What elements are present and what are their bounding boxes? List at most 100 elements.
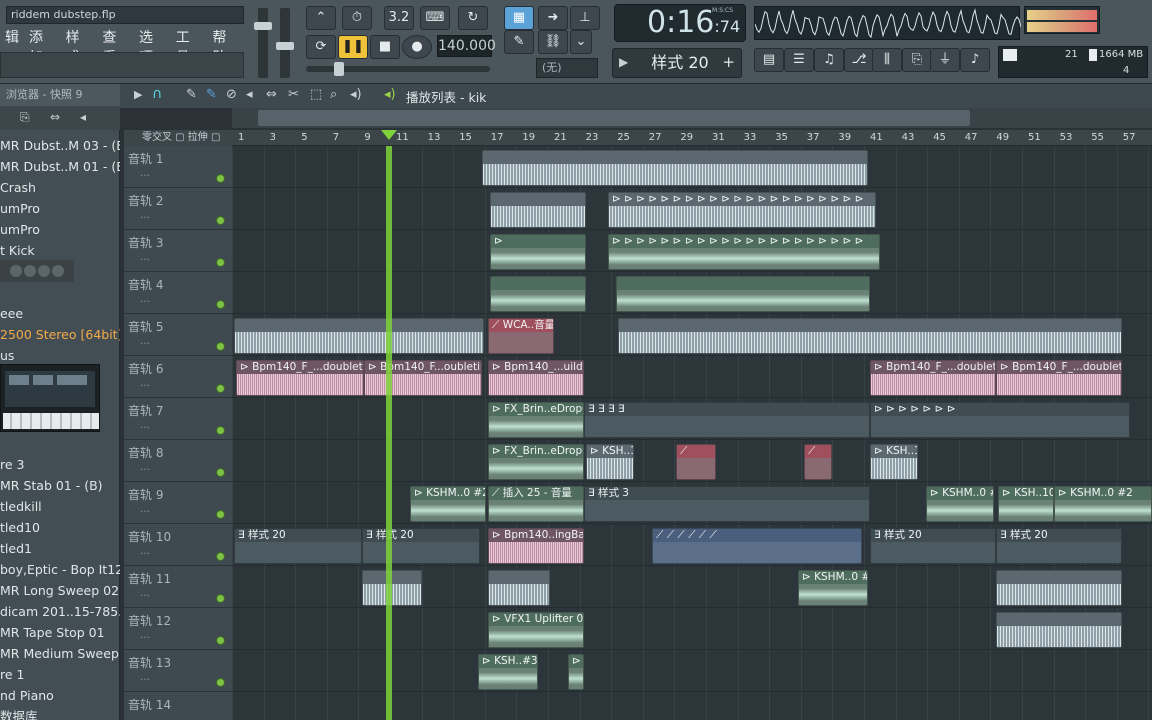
master-volume-slider[interactable] bbox=[254, 8, 272, 78]
track-header[interactable]: 音轨 3… bbox=[124, 230, 232, 272]
track-header[interactable]: 音轨 8… bbox=[124, 440, 232, 482]
track-enable-led[interactable] bbox=[216, 426, 225, 435]
arrows-icon[interactable]: ⇔ bbox=[50, 110, 60, 124]
browser-item[interactable]: t Kick bbox=[0, 240, 120, 261]
playlist-clip[interactable]: ⊳ KSHM..0 #2 bbox=[410, 486, 486, 522]
piano-roll-icon[interactable]: ♫ bbox=[814, 48, 844, 72]
delete-tool-icon[interactable]: ⊘ bbox=[226, 87, 237, 102]
playlist-clip[interactable]: ⊳ KSH..10 bbox=[998, 486, 1054, 522]
track-header[interactable]: 音轨 5… bbox=[124, 314, 232, 356]
playlist-clip[interactable]: ⊳ Bpm140..ingBack bbox=[488, 528, 584, 564]
tempo-display[interactable]: 140.000 bbox=[437, 35, 496, 57]
playlist-clip[interactable]: ⊳ Bpm140_F...oubletime bbox=[364, 360, 482, 396]
track-header[interactable]: 音轨 7… bbox=[124, 398, 232, 440]
playlist-clip[interactable]: ⊳ bbox=[490, 234, 586, 270]
track-header[interactable]: 音轨 11… bbox=[124, 566, 232, 608]
chevron-down-icon[interactable]: ⌄ bbox=[570, 30, 592, 54]
playlist-clip[interactable]: ⊳ FX_Brin..eDrop02 bbox=[488, 402, 584, 438]
playlist-clip[interactable]: ⊳ Bpm140_F_...doubletime bbox=[236, 360, 364, 396]
track-lane[interactable] bbox=[232, 650, 1152, 692]
track-header[interactable]: 音轨 14… bbox=[124, 692, 232, 720]
menu-item-edit[interactable]: 辑 bbox=[0, 28, 24, 48]
volume-handle[interactable] bbox=[254, 22, 272, 30]
track-more-icon[interactable]: … bbox=[140, 378, 150, 389]
browser-item[interactable]: Crash bbox=[0, 177, 120, 198]
track-header[interactable]: 音轨 6… bbox=[124, 356, 232, 398]
track-enable-led[interactable] bbox=[216, 342, 225, 351]
browser-item[interactable]: us bbox=[0, 345, 120, 366]
track-more-icon[interactable]: … bbox=[140, 588, 150, 599]
snap-select[interactable]: (无) bbox=[536, 58, 598, 78]
playlist-grid[interactable]: ⊳ ⊳ ⊳ ⊳ ⊳ ⊳ ⊳ ⊳ ⊳ ⊳ ⊳ ⊳ ⊳ ⊳ ⊳ ⊳ ⊳ ⊳ ⊳ ⊳ … bbox=[232, 146, 1152, 720]
browser-item[interactable]: MR Tape Stop 01 bbox=[0, 622, 120, 643]
track-more-icon[interactable]: … bbox=[140, 462, 150, 473]
playlist-clip[interactable]: ⊳ KSH..10 bbox=[586, 444, 634, 480]
playlist-clip[interactable]: ∃ 样式 20 bbox=[362, 528, 480, 564]
track-more-icon[interactable]: … bbox=[140, 294, 150, 305]
track-header[interactable]: 音轨 13… bbox=[124, 650, 232, 692]
typing-keyboard-icon[interactable]: ⌨ bbox=[420, 6, 450, 30]
track-enable-led[interactable] bbox=[216, 216, 225, 225]
playlist-clip[interactable]: ⊳ KSH..#3 bbox=[478, 654, 538, 690]
position-handle[interactable] bbox=[334, 62, 344, 76]
track-more-icon[interactable]: … bbox=[140, 504, 150, 515]
playback-tool-icon[interactable]: ◂) bbox=[350, 87, 362, 102]
play-arrow-icon[interactable]: ▶ bbox=[619, 55, 628, 69]
playlist-clip[interactable]: ⊳ VFX1 Uplifter 048 bbox=[488, 612, 584, 648]
channel-rack-icon[interactable]: ☰ bbox=[784, 48, 814, 72]
track-enable-led[interactable] bbox=[216, 258, 225, 267]
playlist-clip[interactable]: ⟋ ⟋ ⟋ ⟋ ⟋ ⟋ bbox=[652, 528, 862, 564]
playlist-clip[interactable]: ⟋ 插入 25 - 音量 bbox=[488, 486, 584, 522]
speaker-icon[interactable]: ◂ bbox=[80, 110, 86, 124]
playlist-clip[interactable] bbox=[234, 318, 484, 354]
mute-tool-icon[interactable]: ◂ bbox=[246, 87, 253, 102]
track-enable-led[interactable] bbox=[216, 552, 225, 561]
step-button[interactable]: 3.2 bbox=[384, 6, 414, 30]
browser-item[interactable]: tled10 bbox=[0, 517, 120, 538]
track-more-icon[interactable]: … bbox=[140, 252, 150, 263]
song-position-slider[interactable] bbox=[306, 62, 490, 76]
pitch-handle[interactable] bbox=[276, 42, 294, 50]
playlist-clip[interactable]: ⊳ ⊳ ⊳ ⊳ ⊳ ⊳ ⊳ ⊳ ⊳ ⊳ ⊳ ⊳ ⊳ ⊳ ⊳ ⊳ ⊳ ⊳ ⊳ ⊳ … bbox=[608, 192, 876, 228]
menu-item-add[interactable]: 添加 bbox=[24, 28, 61, 66]
browser-tree-icon[interactable]: ⎇ bbox=[844, 48, 874, 72]
playlist-clip[interactable]: ⊳ Bpm140_F_...doubletime bbox=[996, 360, 1122, 396]
track-more-icon[interactable]: … bbox=[140, 630, 150, 641]
ruler-options[interactable]: 零交叉 ▢ 拉伸 ▢ bbox=[124, 130, 234, 146]
playlist-clip[interactable] bbox=[996, 612, 1122, 648]
playlist-clip[interactable]: ⊳ Bpm140_...uildup bbox=[488, 360, 584, 396]
playlist-clip[interactable]: ∃ 样式 20 bbox=[870, 528, 996, 564]
track-enable-led[interactable] bbox=[216, 510, 225, 519]
playlist-clip[interactable]: ⊳ bbox=[568, 654, 584, 690]
playlist-clip[interactable] bbox=[490, 192, 586, 228]
pause-button[interactable]: ❚❚ bbox=[338, 35, 368, 59]
magnet-icon[interactable]: ∩ bbox=[152, 86, 162, 102]
track-enable-led[interactable] bbox=[216, 594, 225, 603]
browser-item[interactable]: re 3 bbox=[0, 454, 120, 475]
browser-item[interactable]: MR Dubst..M 03 - (Em) bbox=[0, 135, 120, 156]
track-more-icon[interactable]: … bbox=[140, 672, 150, 683]
track-enable-led[interactable] bbox=[216, 300, 225, 309]
zoom-tool-icon[interactable]: ⌕ bbox=[330, 87, 337, 102]
slice-tool-icon[interactable]: ✂ bbox=[288, 87, 299, 102]
slip-tool-icon[interactable]: ⇔ bbox=[266, 87, 277, 102]
playlist-clip[interactable] bbox=[618, 318, 1122, 354]
playlist-clip[interactable] bbox=[616, 276, 870, 312]
playlist-clip[interactable]: ⟋ bbox=[676, 444, 716, 480]
playlist-clip[interactable]: ∃ 样式 20 bbox=[234, 528, 362, 564]
browser-item[interactable]: boy,Eptic - Bop It12 bbox=[0, 559, 120, 580]
stop-button[interactable]: ■ bbox=[370, 35, 400, 59]
track-enable-led[interactable] bbox=[216, 384, 225, 393]
browser-item[interactable]: umPro bbox=[0, 219, 120, 240]
track-more-icon[interactable]: … bbox=[140, 714, 150, 720]
pattern-song-toggle[interactable]: ⟳ bbox=[306, 35, 336, 59]
loop-record-icon[interactable]: ↻ bbox=[458, 6, 488, 30]
menu-item-patterns[interactable]: 样式 bbox=[61, 28, 98, 66]
pencil-icon[interactable]: ✎ bbox=[504, 30, 534, 54]
playlist-clip[interactable] bbox=[490, 276, 586, 312]
track-enable-led[interactable] bbox=[216, 468, 225, 477]
track-header[interactable]: 音轨 10… bbox=[124, 524, 232, 566]
track-more-icon[interactable]: … bbox=[140, 336, 150, 347]
playlist-clip[interactable]: ⟋ WCA..音量 bbox=[488, 318, 554, 354]
menu-item-help[interactable]: 帮助 bbox=[207, 28, 244, 66]
